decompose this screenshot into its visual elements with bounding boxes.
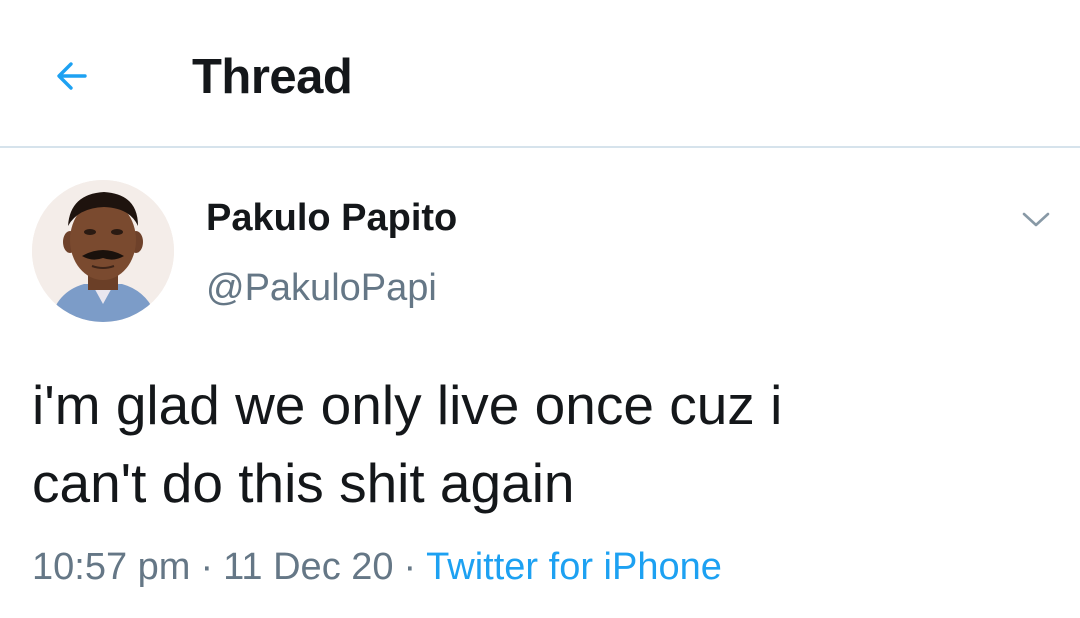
author-name[interactable]: Pakulo Papito [206, 194, 457, 242]
meta-separator: · [200, 546, 214, 588]
page-title: Thread [192, 50, 353, 104]
meta-separator: · [403, 546, 417, 588]
more-options-button[interactable] [1014, 200, 1058, 240]
tweet-time[interactable]: 10:57 pm [32, 546, 190, 588]
arrow-left-icon [57, 62, 87, 90]
author-handle[interactable]: @PakuloPapi [206, 264, 437, 312]
tweet-source-link[interactable]: Twitter for iPhone [426, 546, 722, 588]
avatar[interactable] [32, 180, 174, 322]
avatar-photo [32, 180, 174, 322]
thread-header: Thread [0, 0, 1080, 148]
chevron-down-icon [1022, 212, 1050, 227]
tweet-date[interactable]: 11 Dec 20 [223, 546, 393, 588]
back-button[interactable] [44, 48, 100, 104]
tweet-meta: 10:57 pm · 11 Dec 20 · Twitter for iPhone [32, 543, 722, 591]
tweet-text: i'm glad we only live once cuz i can't d… [32, 374, 783, 514]
